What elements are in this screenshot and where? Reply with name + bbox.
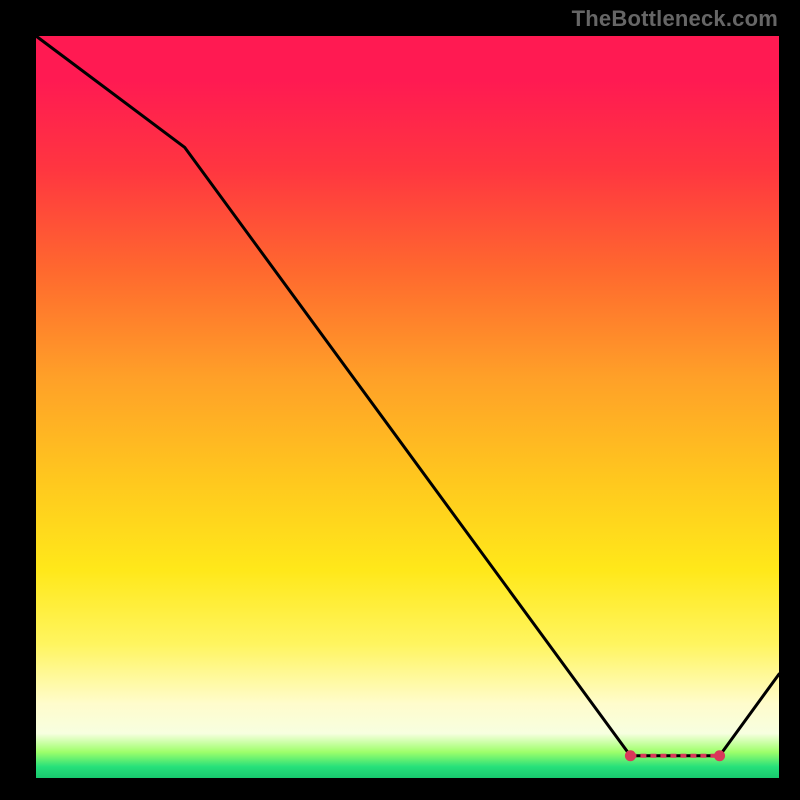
series-line [36, 36, 779, 756]
watermark-text: TheBottleneck.com [572, 6, 778, 32]
chart-frame: TheBottleneck.com [0, 0, 800, 800]
marker-dot-1 [714, 750, 725, 761]
marker-dot-0 [625, 750, 636, 761]
chart-overlay [36, 36, 779, 778]
line-path [36, 36, 779, 756]
